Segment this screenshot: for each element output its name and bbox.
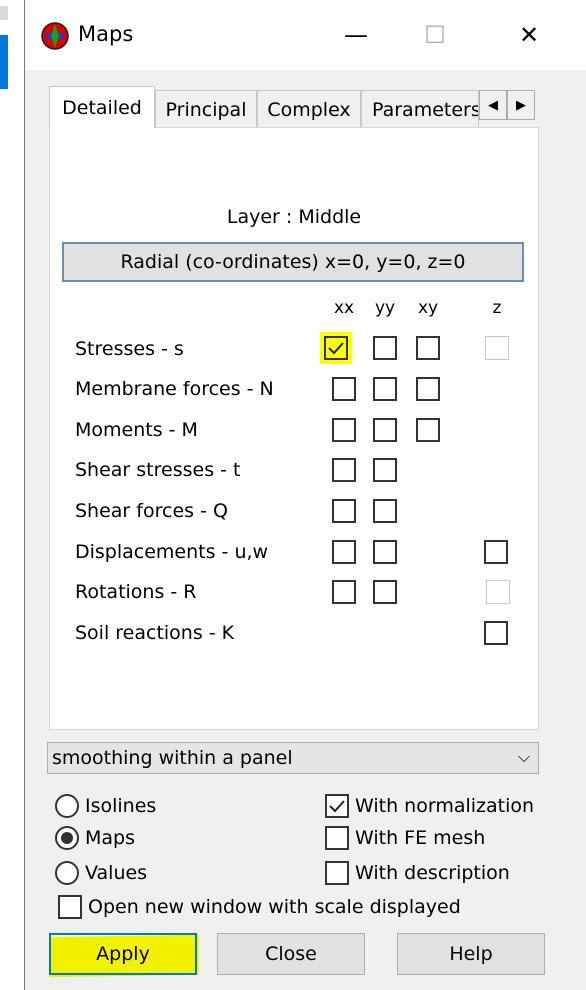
displacements-z-checkbox[interactable] (484, 540, 508, 564)
chevron-down-icon: ⌵ (517, 747, 530, 766)
with-normalization-label: With normalization (355, 795, 535, 817)
stresses-xx-checkbox[interactable] (320, 332, 352, 364)
row-label-shear-stresses: Shear stresses - t (75, 459, 241, 481)
shear-forces-yy-checkbox[interactable] (373, 499, 397, 523)
column-header-xx: xx (333, 298, 355, 318)
check-icon (328, 342, 344, 355)
layer-label: Layer : Middle (226, 206, 362, 228)
close-window-button[interactable]: ✕ (506, 15, 552, 55)
rotations-yy-checkbox[interactable] (373, 580, 397, 604)
tab-scroll-right-button[interactable]: ▶ (507, 90, 535, 120)
radial-coordinates-button[interactable]: Radial (co-ordinates) x=0, y=0, z=0 (62, 242, 524, 282)
with-fe-mesh-checkbox[interactable] (325, 826, 349, 850)
background-window-edge (0, 0, 24, 990)
background-scroll-arrow (0, 6, 8, 20)
rotations-z-checkbox (486, 580, 510, 604)
tab-control: Detailed Principal Complex Parameters ◀ … (49, 86, 539, 730)
stresses-xy-checkbox[interactable] (416, 336, 440, 360)
row-label-soil-reactions: Soil reactions - K (75, 622, 235, 644)
tab-detailed[interactable]: Detailed (49, 86, 155, 128)
row-label-displacements: Displacements - u,w (75, 541, 269, 563)
check-icon (329, 800, 345, 813)
tab-complex[interactable]: Complex (257, 90, 361, 128)
tab-principal[interactable]: Principal (155, 90, 257, 128)
stresses-z-checkbox (485, 336, 509, 360)
column-header-xy: xy (417, 298, 439, 318)
open-new-window-label: Open new window with scale displayed (88, 896, 461, 918)
window-title: Maps (78, 22, 134, 46)
app-icon (41, 22, 69, 50)
with-normalization-checkbox[interactable] (325, 794, 349, 818)
apply-button[interactable]: Apply (49, 933, 197, 975)
column-header-yy: yy (374, 298, 396, 318)
maps-dialog: Maps — ☐ ✕ Detailed Principal Complex Pa… (24, 0, 586, 990)
column-header-z: z (492, 298, 502, 318)
membrane-xx-checkbox[interactable] (332, 377, 356, 401)
displacements-yy-checkbox[interactable] (373, 540, 397, 564)
shear-stresses-yy-checkbox[interactable] (373, 458, 397, 482)
detailed-panel: Layer : Middle Radial (co-ordinates) x=0… (49, 127, 539, 730)
shear-forces-xx-checkbox[interactable] (332, 499, 356, 523)
maps-label: Maps (85, 827, 135, 849)
maximize-icon: ☐ (424, 21, 446, 49)
with-fe-mesh-label: With FE mesh (355, 827, 486, 849)
tab-parameters[interactable]: Parameters (361, 90, 479, 128)
close-icon: ✕ (518, 21, 540, 49)
with-description-label: With description (355, 862, 510, 884)
membrane-xy-checkbox[interactable] (416, 377, 440, 401)
values-label: Values (85, 862, 148, 884)
isolines-radio[interactable] (55, 794, 79, 818)
moments-xy-checkbox[interactable] (416, 418, 440, 442)
isolines-label: Isolines (85, 795, 157, 817)
row-label-moments: Moments - M (75, 419, 198, 441)
row-label-shear-forces: Shear forces - Q (75, 500, 228, 522)
with-description-checkbox[interactable] (325, 861, 349, 885)
tab-scroll-left-button[interactable]: ◀ (479, 90, 507, 120)
shear-stresses-xx-checkbox[interactable] (332, 458, 356, 482)
values-radio[interactable] (55, 861, 79, 885)
minimize-icon: — (344, 21, 368, 49)
row-label-rotations: Rotations - R (75, 581, 197, 603)
row-label-membrane-forces: Membrane forces - N (75, 378, 274, 400)
help-button[interactable]: Help (397, 933, 545, 975)
close-button[interactable]: Close (217, 933, 365, 975)
tab-scroll: ◀ ▶ (479, 90, 535, 120)
maps-radio[interactable] (55, 826, 79, 850)
radio-selected-dot (61, 832, 73, 844)
maximize-button: ☐ (412, 15, 458, 55)
open-new-window-checkbox[interactable] (58, 895, 82, 919)
smoothing-dropdown-value: smoothing within a panel (52, 747, 293, 769)
title-bar: Maps — ☐ ✕ (25, 0, 586, 70)
stresses-yy-checkbox[interactable] (373, 336, 397, 360)
moments-yy-checkbox[interactable] (373, 418, 397, 442)
smoothing-dropdown[interactable]: smoothing within a panel ⌵ (47, 742, 539, 774)
row-label-stresses: Stresses - s (75, 338, 184, 360)
moments-xx-checkbox[interactable] (332, 418, 356, 442)
displacements-xx-checkbox[interactable] (332, 540, 356, 564)
soil-reactions-z-checkbox[interactable] (484, 621, 508, 645)
minimize-button[interactable]: — (333, 15, 379, 55)
rotations-xx-checkbox[interactable] (332, 580, 356, 604)
background-accent-strip (0, 35, 8, 89)
membrane-yy-checkbox[interactable] (373, 377, 397, 401)
